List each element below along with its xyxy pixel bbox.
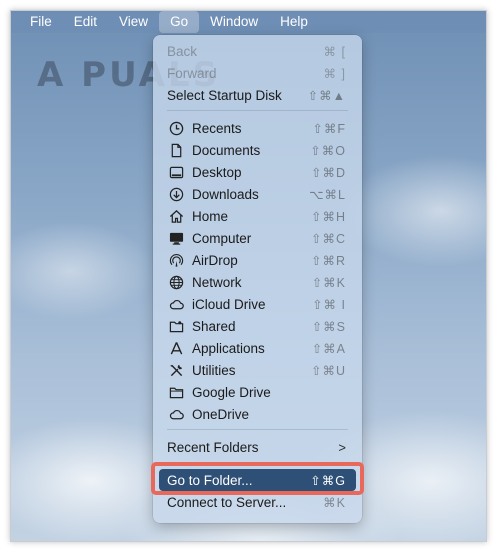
menu-item-shortcut: ⌘ [	[323, 44, 346, 59]
menu-item-label: Recent Folders	[167, 439, 259, 455]
menu-item-applications[interactable]: Applications ⇧⌘A	[159, 337, 356, 359]
menu-item-label: Forward	[167, 65, 217, 81]
menu-item-recent-folders[interactable]: Recent Folders >	[159, 436, 356, 458]
menu-item-label: Back	[167, 43, 198, 59]
annotation-highlight-box	[151, 462, 364, 495]
menu-item-label: Google Drive	[192, 384, 271, 400]
menu-item-label: Connect to Server...	[167, 494, 287, 510]
clock-icon	[167, 120, 185, 136]
menu-item-label: Recents	[192, 120, 242, 136]
menubar-view[interactable]: View	[108, 11, 159, 33]
desktop-icon	[167, 164, 185, 180]
menu-item-label: Network	[192, 274, 242, 290]
menubar-help[interactable]: Help	[269, 11, 319, 33]
applications-icon	[167, 340, 185, 356]
menubar-file[interactable]: File	[19, 11, 63, 33]
cloud-icon	[167, 406, 185, 422]
computer-icon	[167, 230, 185, 246]
menu-item-shortcut: ⌥⌘L	[309, 187, 346, 202]
menu-item-shortcut: ⇧⌘ I	[312, 297, 346, 312]
tools-icon	[167, 362, 185, 378]
menu-item-shortcut: ⇧⌘D	[310, 165, 346, 180]
screenshot-frame: File Edit View Go Window Help A PUALS Ba…	[10, 10, 487, 542]
menu-item-shortcut: ⇧⌘C	[310, 231, 346, 246]
menu-item-shortcut: ⇧⌘F	[312, 121, 346, 136]
menu-item-label: Downloads	[192, 186, 259, 202]
airdrop-icon	[167, 252, 185, 268]
menu-item-shortcut: ⇧⌘A	[311, 341, 346, 356]
menu-item-shortcut: ⇧⌘R	[310, 253, 346, 268]
menu-item-recents[interactable]: Recents ⇧⌘F	[159, 117, 356, 139]
menu-item-shortcut: ⌘K	[323, 495, 346, 510]
menu-item-documents[interactable]: Documents ⇧⌘O	[159, 139, 356, 161]
menu-item-label: AirDrop	[192, 252, 238, 268]
menu-item-utilities[interactable]: Utilities ⇧⌘U	[159, 359, 356, 381]
menu-item-shared[interactable]: Shared ⇧⌘S	[159, 315, 356, 337]
menu-item-downloads[interactable]: Downloads ⌥⌘L	[159, 183, 356, 205]
menu-item-icloud-drive[interactable]: iCloud Drive ⇧⌘ I	[159, 293, 356, 315]
download-icon	[167, 186, 185, 202]
menu-separator	[167, 429, 348, 430]
menu-item-shortcut: ⇧⌘U	[310, 363, 346, 378]
menu-item-label: Desktop	[192, 164, 242, 180]
folder-icon	[167, 384, 185, 400]
menu-item-shortcut: ⇧⌘O	[310, 143, 346, 158]
menu-item-google-drive[interactable]: Google Drive	[159, 381, 356, 403]
menu-item-network[interactable]: Network ⇧⌘K	[159, 271, 356, 293]
go-menu-dropdown: Back ⌘ [ Forward ⌘ ] Select Startup Disk…	[153, 35, 362, 523]
menu-item-desktop[interactable]: Desktop ⇧⌘D	[159, 161, 356, 183]
menu-item-label: OneDrive	[192, 406, 250, 422]
menu-item-label: Select Startup Disk	[167, 87, 282, 103]
menu-item-shortcut: ⇧⌘K	[311, 275, 346, 290]
menu-item-airdrop[interactable]: AirDrop ⇧⌘R	[159, 249, 356, 271]
menu-item-label: Computer	[192, 230, 252, 246]
menu-item-shortcut: ⌘ ]	[323, 66, 346, 81]
home-icon	[167, 208, 185, 224]
menu-item-shortcut: ⇧⌘H	[310, 209, 346, 224]
menubar-edit[interactable]: Edit	[63, 11, 108, 33]
shared-folder-icon	[167, 318, 185, 334]
menu-item-label: iCloud Drive	[192, 296, 266, 312]
menu-item-select-startup-disk[interactable]: Select Startup Disk ⇧⌘▲	[159, 84, 356, 106]
chevron-right-icon: >	[338, 439, 346, 455]
menu-item-onedrive[interactable]: OneDrive	[159, 403, 356, 425]
menubar-go[interactable]: Go	[159, 11, 200, 33]
menu-separator	[167, 110, 348, 111]
network-globe-icon	[167, 274, 185, 290]
document-icon	[167, 142, 185, 158]
menu-item-label: Applications	[192, 340, 265, 356]
cloud-icon	[167, 296, 185, 312]
menu-item-forward[interactable]: Forward ⌘ ]	[159, 62, 356, 84]
menu-item-label: Shared	[192, 318, 236, 334]
menu-item-shortcut: ⇧⌘S	[311, 319, 346, 334]
menu-item-back[interactable]: Back ⌘ [	[159, 40, 356, 62]
menu-item-computer[interactable]: Computer ⇧⌘C	[159, 227, 356, 249]
menu-bar: File Edit View Go Window Help	[11, 11, 486, 33]
menubar-window[interactable]: Window	[199, 11, 269, 33]
menu-item-label: Home	[192, 208, 229, 224]
menu-item-label: Documents	[192, 142, 261, 158]
menu-item-shortcut: ⇧⌘▲	[307, 88, 346, 103]
menu-item-label: Utilities	[192, 362, 236, 378]
menu-item-home[interactable]: Home ⇧⌘H	[159, 205, 356, 227]
